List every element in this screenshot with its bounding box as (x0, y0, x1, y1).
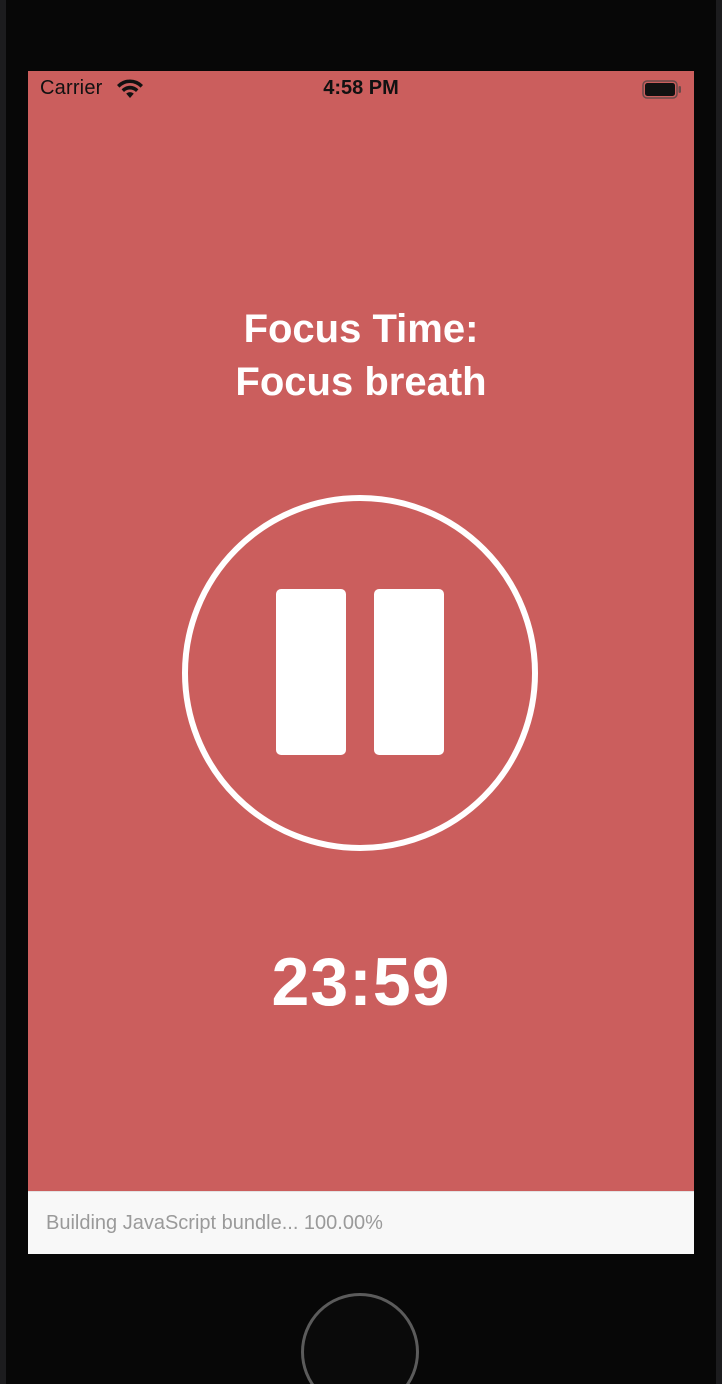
device-edge-left (0, 0, 6, 1384)
battery-icon (642, 80, 681, 99)
bundle-status-text: Building JavaScript bundle... 100.00% (46, 1212, 383, 1234)
countdown-timer: 23:59 (271, 944, 451, 1020)
pause-button[interactable] (182, 495, 538, 851)
title-line-2: Focus breath (235, 360, 487, 404)
session-title: Focus Time: Focus breath (28, 303, 694, 409)
device-frame: Carrier 4:58 PM Focus Time: Focus breath… (0, 0, 722, 1384)
bundle-status-bar: Building JavaScript bundle... 100.00% (28, 1191, 694, 1254)
status-time: 4:58 PM (323, 77, 399, 99)
pause-icon (276, 589, 346, 755)
home-button[interactable] (301, 1293, 419, 1384)
pause-icon-bar (374, 589, 444, 755)
device-edge-right (716, 0, 722, 1384)
app-screen: Carrier 4:58 PM Focus Time: Focus breath… (28, 71, 694, 1254)
title-line-1: Focus Time: (243, 307, 479, 351)
status-bar: Carrier 4:58 PM (28, 71, 694, 109)
